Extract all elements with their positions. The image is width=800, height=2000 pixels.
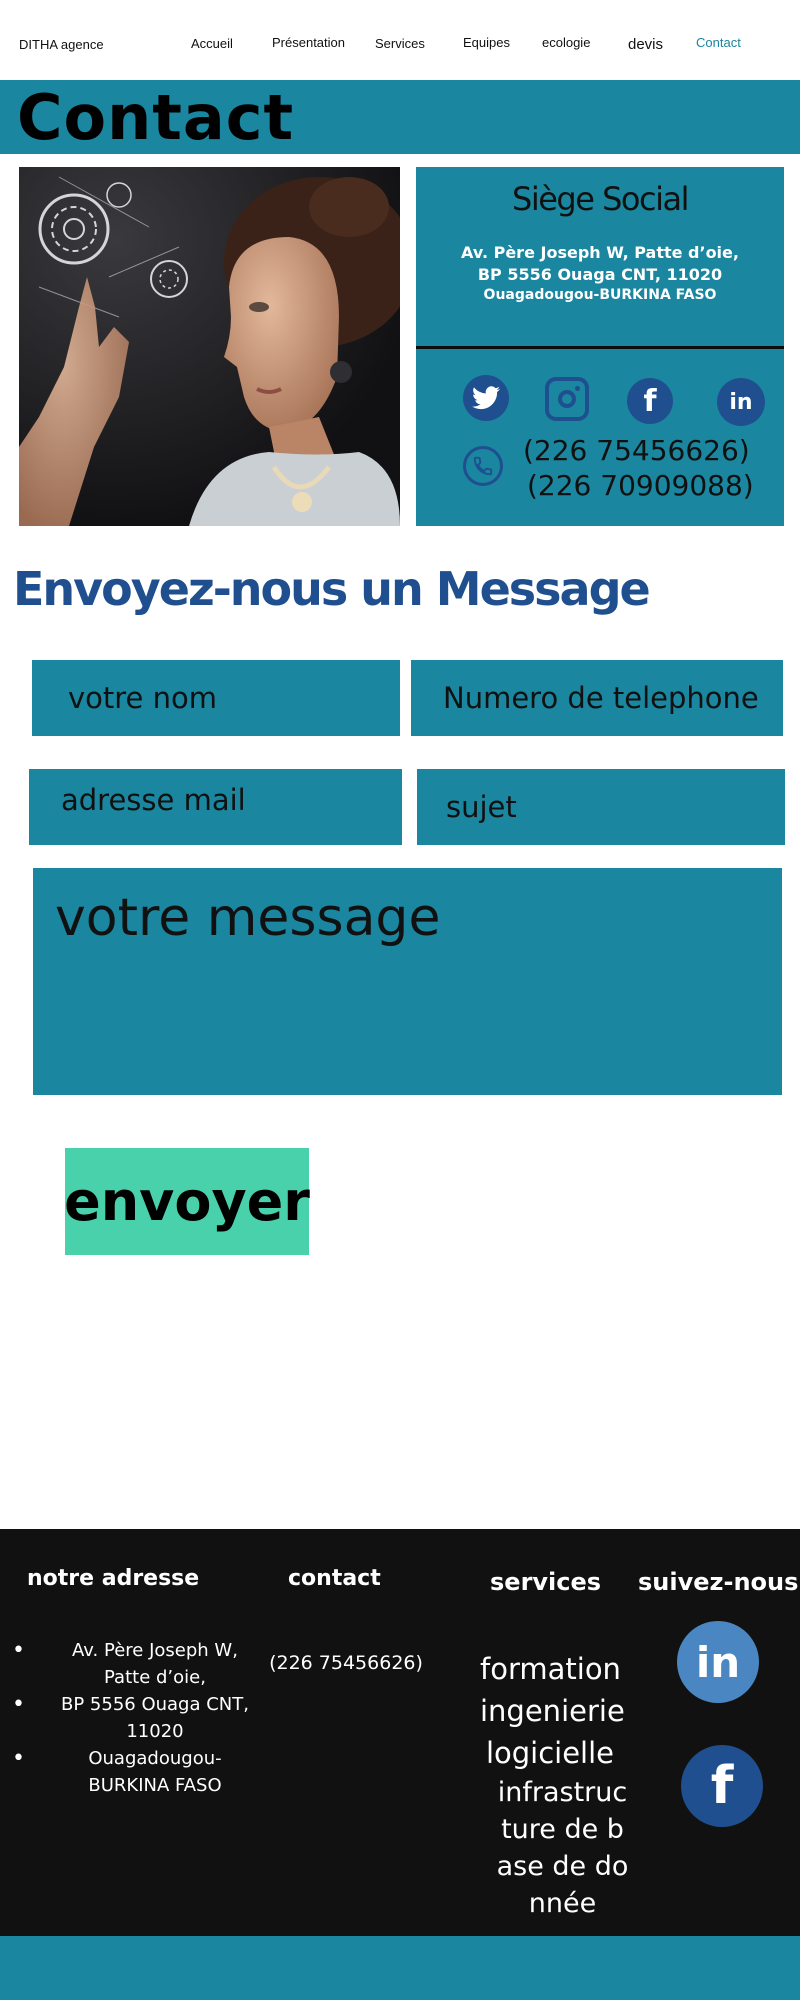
twitter-icon[interactable] (463, 375, 509, 421)
footer-service-2: infrastructure de base de donnée (496, 1777, 629, 1919)
siege-address-line1: Av. Père Joseph W, Patte d’oie, (461, 243, 739, 262)
phone-icon (463, 446, 503, 486)
message-heading: Envoyez-nous un Message (13, 562, 651, 616)
message-textarea[interactable]: votre message (33, 868, 782, 1095)
woman-hologram-image (19, 167, 400, 526)
footer-address-list: Av. Père Joseph W, Patte d’oie, BP 5556 … (12, 1637, 260, 1799)
hero-photo (19, 167, 400, 526)
footer-address-item: Av. Père Joseph W, Patte d’oie, (12, 1637, 260, 1691)
instagram-icon[interactable] (545, 377, 589, 421)
brand-name[interactable]: DITHA agence (19, 37, 104, 52)
siege-phone-2: (226 70909088) (527, 469, 754, 502)
page-title: Contact (17, 81, 295, 154)
footer-facebook-icon[interactable]: f (681, 1745, 763, 1827)
nav-item-contact[interactable]: Contact (696, 35, 741, 50)
submit-button[interactable]: envoyer (64, 1148, 310, 1255)
email-input[interactable]: adresse mail (29, 769, 402, 845)
siege-address-line2: BP 5556 Ouaga CNT, 11020 (477, 265, 723, 284)
footer-linkedin-icon[interactable]: in (677, 1621, 759, 1703)
footer-address-item: BP 5556 Ouaga CNT, 11020 (12, 1691, 260, 1745)
nav-item-presentation[interactable]: Présentation (272, 35, 345, 50)
phone-input[interactable]: Numero de telephone (411, 660, 783, 736)
footer-follow-heading: suivez-nous (638, 1568, 799, 1596)
linkedin-icon[interactable]: in (717, 378, 765, 426)
footer-service-1: formation ingenierie logicielle (480, 1652, 625, 1770)
footer-services-heading: services (490, 1568, 602, 1596)
info-divider (416, 346, 784, 349)
footer-address-heading: notre adresse (27, 1566, 200, 1591)
nav-item-accueil[interactable]: Accueil (191, 36, 233, 51)
facebook-icon[interactable]: f (627, 378, 673, 424)
nav-item-devis[interactable]: devis (628, 36, 663, 53)
footer-bottom-bar (0, 1936, 800, 2000)
footer-contact-heading: contact (288, 1566, 381, 1591)
footer-contact-phone: (226 75456626) (269, 1652, 423, 1674)
siege-address-line3: Ouagadougou-BURKINA FASO (483, 287, 717, 303)
nav-item-ecologie[interactable]: ecologie (542, 35, 590, 50)
siege-title: Siège Social (512, 180, 689, 218)
footer-address-item: Ouagadougou-BURKINA FASO (12, 1745, 260, 1799)
siege-phone-1: (226 75456626) (523, 434, 750, 467)
name-input[interactable]: votre nom (32, 660, 400, 736)
nav-item-equipes[interactable]: Equipes (463, 35, 510, 50)
subject-input[interactable]: sujet (417, 769, 785, 845)
nav-item-services[interactable]: Services (375, 36, 425, 51)
